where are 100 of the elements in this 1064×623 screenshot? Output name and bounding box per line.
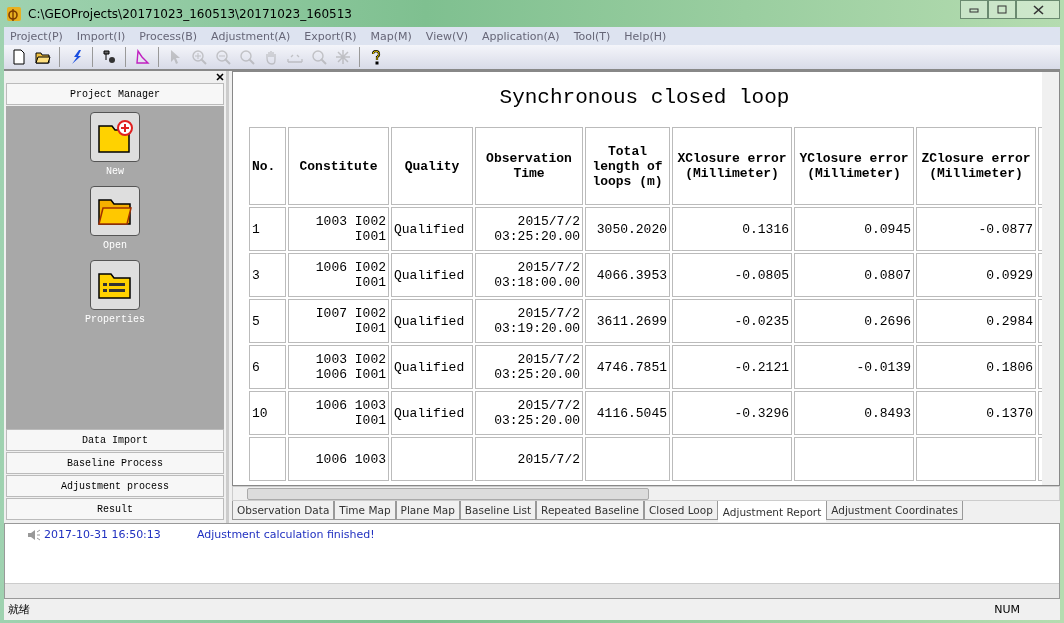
menu-item[interactable]: Adjustment(A)	[211, 29, 291, 43]
num-lock-indicator: NUM	[994, 603, 1020, 616]
new-tool-icon[interactable]	[11, 49, 27, 65]
column-header: XClosure error (Millimeter)	[672, 127, 792, 205]
menu-item[interactable]: View(V)	[425, 29, 469, 43]
menu-item[interactable]: Project(P)	[10, 29, 63, 43]
table-cell-text: 2015/7/2	[516, 398, 580, 413]
tab[interactable]: Closed Loop	[644, 501, 718, 520]
speaker-icon	[27, 528, 41, 541]
app-icon	[6, 5, 22, 22]
table-cell: 5	[252, 313, 260, 329]
pin-tool-icon[interactable]	[101, 49, 117, 65]
action-label: New	[106, 166, 124, 179]
table-cell-text: 1006 I001	[314, 367, 386, 382]
table-cell-text: 2015/7/2	[516, 260, 580, 275]
status-text: 就绪	[8, 602, 30, 617]
tab[interactable]: Adjustment Report	[717, 501, 827, 522]
table-cell: -0.0235	[734, 313, 789, 329]
menu-item[interactable]: Application(A)	[482, 29, 560, 43]
table-cell: -0.3296	[734, 405, 789, 421]
project-new-button[interactable]	[90, 112, 140, 162]
table-cell-text: 03:19:20.00	[493, 321, 580, 336]
table-cell: Qualified	[394, 221, 465, 237]
table-cell-text: 1006 1003	[314, 451, 386, 467]
report-title: Synchronous closed loop	[498, 85, 791, 111]
maximize-button[interactable]	[988, 0, 1016, 19]
panel-section-button[interactable]: Data Import	[6, 429, 224, 451]
folder-new-icon	[97, 120, 133, 154]
close-panel-icon[interactable]	[216, 73, 224, 81]
panel-section-button[interactable]: Adjustment process	[6, 475, 224, 497]
menu-item[interactable]: Tool(T)	[573, 29, 611, 43]
table-cell: -0.0877	[978, 221, 1033, 237]
table-cell: -0.2121	[734, 359, 789, 375]
table-cell: 0.2984	[986, 313, 1033, 329]
table-cell: 0.0807	[864, 267, 911, 283]
tab[interactable]: Adjustment Coordinates	[826, 501, 963, 520]
table-cell: 4116.5045	[596, 405, 667, 421]
table-cell: 0.1806	[986, 359, 1033, 375]
table-cell: 0.8493	[864, 405, 911, 421]
vertical-scrollbar[interactable]	[1042, 72, 1059, 485]
table-cell: Qualified	[394, 267, 465, 283]
table-cell-text: I001	[353, 321, 386, 336]
project-open-button[interactable]	[90, 186, 140, 236]
panel-section-button[interactable]: Baseline Process	[6, 452, 224, 474]
action-label: Open	[103, 240, 127, 253]
action-label: Properties	[85, 314, 145, 327]
column-header: No.	[249, 127, 286, 205]
menu-item[interactable]: Import(I)	[76, 29, 126, 43]
tab[interactable]: Baseline List	[459, 501, 537, 520]
column-header: ZClosure error (Millimeter)	[916, 127, 1036, 205]
table-cell: Qualified	[394, 359, 465, 375]
menu-item[interactable]: Process(B)	[139, 29, 198, 43]
table-cell-text: 2015/7/2	[516, 352, 580, 367]
panel-header[interactable]: Project Manager	[6, 83, 224, 105]
column-header: Observation Time	[475, 127, 583, 205]
log-time: 2017-10-31 16:50:13	[44, 528, 162, 541]
tab[interactable]: Plane Map	[395, 501, 460, 520]
column-header: YClosure error (Millimeter)	[794, 127, 914, 205]
table-cell-text: 03:25:20.00	[493, 413, 580, 428]
maximize-icon	[997, 5, 1007, 14]
table-cell-text: I007 I002	[314, 306, 386, 321]
menu-item[interactable]: Help(H)	[624, 29, 667, 43]
minimize-button[interactable]	[960, 0, 988, 19]
table-cell-text: 1006 I002	[314, 260, 386, 275]
table-cell: 0.1370	[986, 405, 1033, 421]
close-button[interactable]	[1016, 0, 1060, 19]
table-cell: -0.0139	[856, 359, 911, 375]
window-title: C:\GEOProjects\20171023_160513\20171023_160513	[28, 6, 352, 21]
table-cell-text: 1003 I002	[314, 352, 386, 367]
table-cell-text: 2015/7/2	[516, 306, 580, 321]
menu-item[interactable]: Export(R)	[304, 29, 357, 43]
horizontal-scrollbar[interactable]	[232, 486, 1060, 501]
table-cell-text: 03:18:00.00	[493, 275, 580, 290]
minimize-icon	[969, 6, 979, 13]
table-cell-text: 2015/7/2	[516, 214, 580, 229]
table-cell: 3	[252, 267, 260, 283]
table-cell: 4746.7851	[596, 359, 667, 375]
panel-section-button[interactable]: Result	[6, 498, 224, 520]
table-cell: 3050.2020	[596, 221, 667, 237]
table-cell: 0.1316	[742, 221, 789, 237]
table-cell-text: 2015/7/2	[516, 451, 580, 467]
polygon-tool-icon[interactable]	[134, 49, 150, 65]
log-message: Adjustment calculation finished!	[197, 528, 375, 541]
table-cell: 0.0945	[864, 221, 911, 237]
log-horizontal-scrollbar[interactable]	[5, 583, 1059, 598]
menu-item[interactable]: Map(M)	[370, 29, 412, 43]
table-cell: -0.0805	[734, 267, 789, 283]
tab[interactable]: Observation Data	[232, 501, 335, 520]
close-icon	[1032, 4, 1044, 15]
column-header: Constitute	[288, 127, 389, 205]
project-properties-button[interactable]	[90, 260, 140, 310]
table-cell: 1	[252, 221, 260, 237]
tab[interactable]: Repeated Baseline	[536, 501, 645, 520]
table-cell-text: 1006 1003	[314, 398, 386, 413]
table-cell: 0.2696	[864, 313, 911, 329]
table-cell-text: I001	[353, 229, 386, 244]
table-cell: 0.0929	[986, 267, 1033, 283]
tab[interactable]: Time Map	[334, 501, 396, 520]
table-cell-text: I001	[353, 275, 386, 290]
open-tool-icon[interactable]	[35, 49, 51, 65]
